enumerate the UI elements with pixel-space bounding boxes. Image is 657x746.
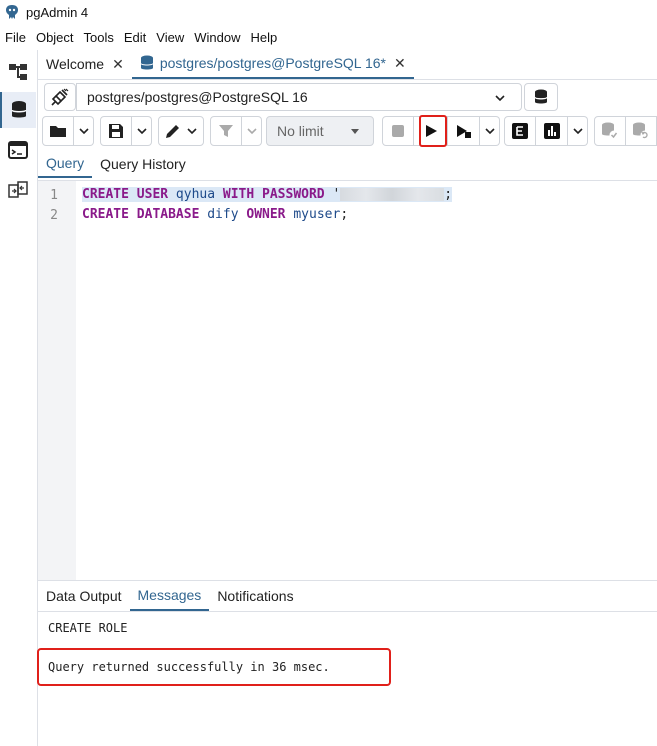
row-limit-value: No limit [277, 123, 324, 139]
edit-button[interactable] [158, 116, 204, 146]
chevron-down-icon [136, 128, 147, 135]
save-dropdown[interactable] [132, 116, 152, 146]
execute-script-button[interactable] [448, 116, 480, 146]
tab-data-output[interactable]: Data Output [38, 581, 130, 611]
new-connection-button[interactable] [524, 83, 558, 111]
message-highlight [37, 648, 391, 686]
tab-messages[interactable]: Messages [129, 581, 210, 611]
explain-options-dropdown[interactable] [568, 116, 588, 146]
execute-options-dropdown[interactable] [480, 116, 500, 146]
sql-identifier: dify [207, 207, 239, 222]
menu-object[interactable]: Object [31, 30, 79, 45]
commit-button[interactable] [594, 116, 626, 146]
database-icon [140, 55, 153, 70]
open-file-dropdown[interactable] [74, 116, 94, 146]
sql-identifier: qyhua [175, 187, 216, 202]
connection-select[interactable]: postgres/postgres@PostgreSQL 16 [76, 83, 522, 111]
tab-welcome[interactable]: Welcome ✕ [38, 49, 132, 79]
tab-notifications[interactable]: Notifications [209, 581, 301, 611]
tab-query-tool[interactable]: postgres/postgres@PostgreSQL 16* ✕ [131, 49, 414, 79]
menu-view[interactable]: View [151, 30, 189, 45]
folder-icon [50, 126, 66, 137]
bar-chart-icon [543, 123, 560, 139]
menu-file[interactable]: File [0, 30, 31, 45]
terminal-icon [8, 141, 28, 159]
code-line-2[interactable]: CREATE DATABASE dify OWNER myuser; [82, 207, 348, 222]
sql-keyword: CREATE DATABASE [82, 207, 200, 222]
database-icon [534, 89, 548, 104]
stop-icon [392, 125, 404, 137]
filter-button[interactable] [210, 116, 242, 146]
stop-query-button[interactable] [382, 116, 414, 146]
menu-edit[interactable]: Edit [119, 30, 151, 45]
save-icon [109, 124, 123, 138]
open-file-button[interactable] [42, 116, 74, 146]
line-number: 2 [50, 208, 58, 223]
caret-down-icon [351, 129, 359, 134]
explain-icon [512, 123, 528, 139]
execute-button-highlight [419, 115, 447, 147]
editor-tab-bar: Query Query History [38, 150, 657, 178]
query-tool-button[interactable] [0, 92, 36, 128]
results-tab-bar: Data Output Messages Notifications [38, 580, 657, 612]
tab-welcome-label: Welcome [46, 56, 105, 72]
chevron-down-icon [572, 128, 583, 135]
main-tab-bar: Welcome ✕ postgres/postgres@PostgreSQL 1… [38, 50, 657, 80]
sql-keyword: OWNER [246, 207, 286, 222]
sql-keyword: CREATE USER [82, 187, 169, 202]
database-check-icon [602, 122, 619, 140]
schema-diff-button[interactable] [0, 172, 36, 208]
line-number-gutter: 1 2 [38, 181, 76, 581]
rollback-button[interactable] [626, 116, 657, 146]
chevron-down-icon [484, 128, 495, 135]
connection-bar: postgres/postgres@PostgreSQL 16 [38, 80, 657, 114]
menu-tools[interactable]: Tools [79, 30, 119, 45]
sql-editor[interactable]: 1 2 CREATE USER qyhua WITH PASSWORD '; C… [38, 180, 657, 581]
filter-dropdown[interactable] [242, 116, 262, 146]
tab-query[interactable]: Query [38, 150, 93, 178]
connection-status-button[interactable] [44, 83, 76, 111]
sql-quote: ' [332, 187, 341, 202]
code-line-1[interactable]: CREATE USER qyhua WITH PASSWORD '; [82, 187, 453, 202]
pgadmin-logo-icon [6, 5, 18, 19]
menu-window[interactable]: Window [189, 30, 245, 45]
row-limit-select[interactable]: No limit [266, 116, 374, 146]
menu-bar: File Object Tools Edit View Window Help [0, 26, 282, 48]
database-rollback-icon [633, 122, 650, 140]
window-title: pgAdmin 4 [26, 4, 89, 20]
chevron-down-icon [187, 128, 197, 135]
close-icon[interactable]: ✕ [112, 56, 124, 73]
tab-query-tool-label: postgres/postgres@PostgreSQL 16* [159, 55, 386, 71]
left-sidebar [0, 50, 38, 746]
chevron-down-icon [246, 128, 257, 135]
title-bar: pgAdmin 4 [0, 0, 657, 24]
pencil-icon [166, 125, 179, 138]
message-line: CREATE ROLE [48, 621, 128, 635]
plug-icon [51, 88, 69, 106]
explain-button[interactable] [504, 116, 536, 146]
explain-analyze-button[interactable] [536, 116, 568, 146]
filter-icon [219, 125, 233, 137]
sql-keyword: WITH PASSWORD [222, 187, 325, 202]
database-icon [11, 101, 27, 118]
query-toolbar: No limit [38, 114, 657, 148]
connection-value: postgres/postgres@PostgreSQL 16 [87, 89, 308, 105]
play-script-icon [456, 125, 471, 138]
schema-diff-icon [8, 181, 28, 198]
sql-terminator: ; [340, 207, 349, 222]
tab-query-history[interactable]: Query History [92, 150, 194, 178]
sql-terminator: ; [444, 187, 453, 202]
sql-identifier: myuser [293, 207, 341, 222]
chevron-down-icon [495, 95, 505, 102]
close-icon[interactable]: ✕ [394, 55, 406, 72]
object-explorer-icon [9, 64, 27, 80]
object-explorer-button[interactable] [0, 54, 36, 90]
psql-tool-button[interactable] [0, 132, 36, 168]
menu-help[interactable]: Help [246, 30, 283, 45]
redacted-password [340, 188, 445, 201]
save-button[interactable] [100, 116, 132, 146]
chevron-down-icon [78, 128, 89, 135]
line-number: 1 [50, 188, 58, 203]
